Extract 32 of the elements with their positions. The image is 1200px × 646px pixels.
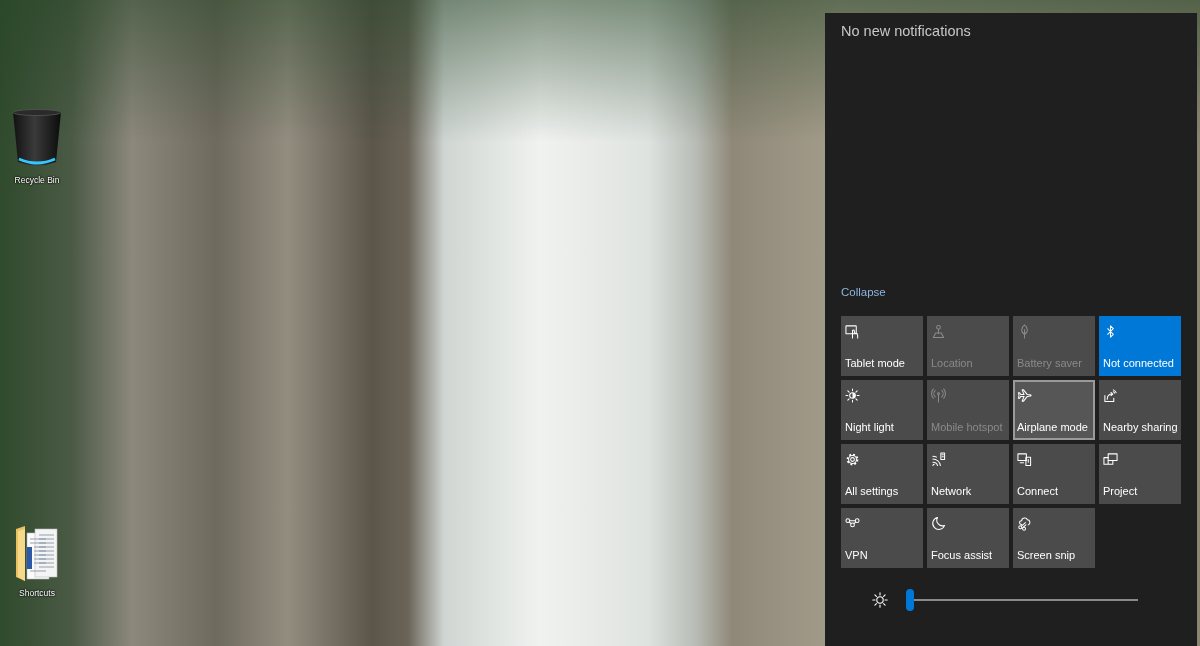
quick-action-tile[interactable]: Night light	[841, 380, 923, 440]
quick-action-tile[interactable]: Focus assist	[927, 508, 1009, 568]
share-icon	[1103, 388, 1118, 403]
moon-icon	[931, 516, 946, 531]
scissors-icon	[1017, 516, 1032, 531]
settings-icon	[845, 452, 860, 467]
notifications-header: No new notifications	[841, 23, 972, 40]
slider-thumb[interactable]	[906, 589, 914, 611]
quick-action-tile[interactable]: Nearby sharing	[1099, 380, 1181, 440]
signal-icon	[931, 452, 946, 467]
sun-icon	[872, 592, 888, 608]
sun-icon	[845, 388, 860, 403]
quick-action-tile[interactable]: All settings	[841, 444, 923, 504]
devices-icon	[1017, 452, 1032, 467]
quick-action-tile[interactable]: Project	[1099, 444, 1181, 504]
quick-action-tile[interactable]: Screen snip	[1013, 508, 1095, 568]
quick-action-tile[interactable]: Network	[927, 444, 1009, 504]
quick-action-tile[interactable]: Tablet mode	[841, 316, 923, 376]
pin-icon	[931, 324, 946, 339]
quick-action-tile[interactable]: Not connected	[1099, 316, 1181, 376]
antenna-icon	[931, 388, 946, 403]
monitors-icon	[1103, 452, 1118, 467]
airplane-icon	[1017, 388, 1032, 403]
quick-action-tile[interactable]: Airplane mode	[1013, 380, 1095, 440]
collapse-link[interactable]: Collapse	[841, 285, 886, 299]
desktop-shortcut[interactable]: Recycle Bin	[0, 106, 74, 188]
tablet-touch-icon	[845, 324, 860, 339]
folder-icon	[15, 525, 59, 583]
quick-action-tile[interactable]: Connect	[1013, 444, 1095, 504]
quick-action-tile[interactable]: VPN	[841, 508, 923, 568]
desktop-shortcut[interactable]: Shortcuts	[0, 523, 74, 601]
brightness-slider[interactable]	[906, 589, 1138, 611]
